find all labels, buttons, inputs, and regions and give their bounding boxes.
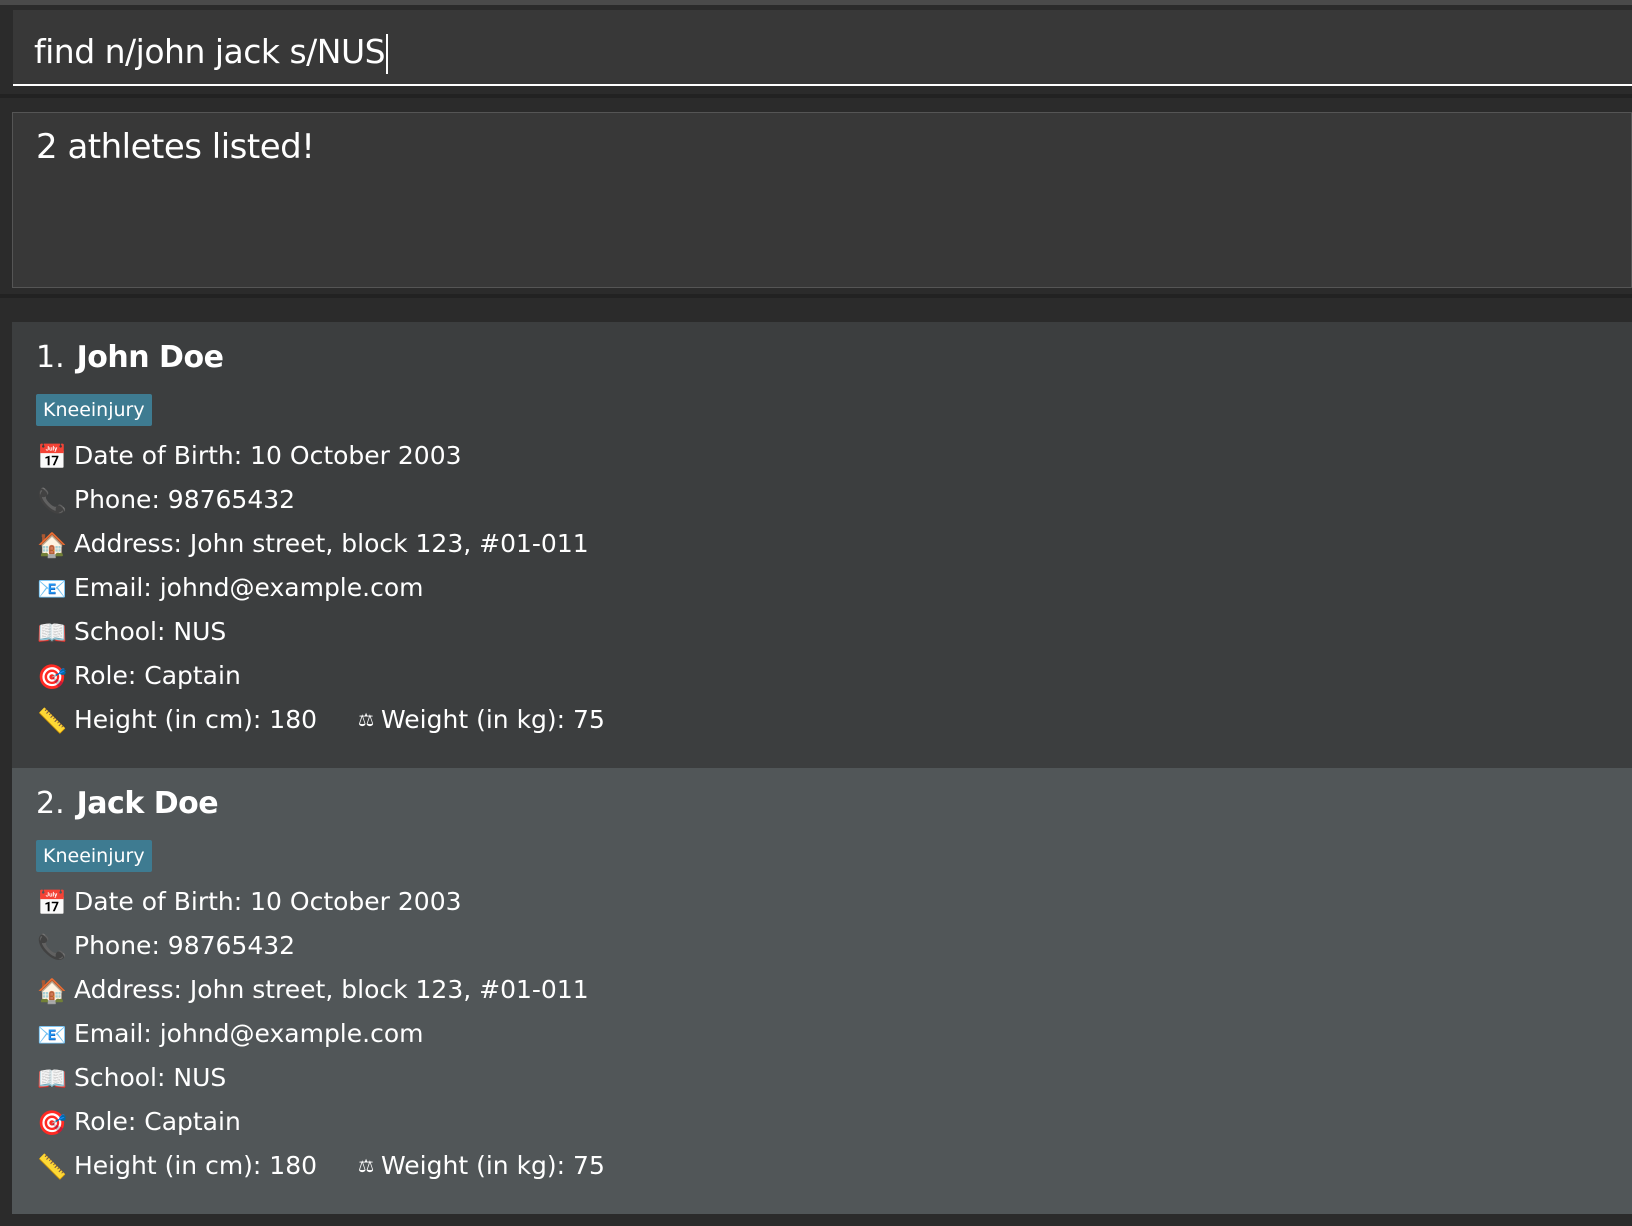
athlete-address: 🏠 Address: John street, block 123, #01-01…	[36, 526, 589, 562]
athlete-height: Height (in cm): 180	[74, 705, 318, 734]
athlete-address: 🏠 Address: John street, block 123, #01-01…	[36, 972, 589, 1008]
athlete-email: 📧 Email: johnd@example.com	[36, 570, 423, 606]
athlete-card-header: 2. Jack Doe	[36, 786, 219, 821]
athlete-role: 🎯 Role: Captain	[36, 1104, 241, 1140]
athlete-card[interactable]: 1. John Doe Kneeinjury 📅 Date of Birth: 10…	[12, 322, 1632, 768]
athlete-dob: 📅 Date of Birth: 10 October 2003	[36, 438, 461, 474]
athlete-card[interactable]: 2. Jack Doe Kneeinjury 📅 Date of Birth: 10…	[12, 768, 1632, 1214]
athlete-measurements: 📏 Height (in cm): 180 ⚖ Weight (in kg): 75	[36, 1148, 605, 1184]
athlete-email: 📧 Email: johnd@example.com	[36, 1016, 423, 1052]
email-icon: 📧	[37, 1021, 67, 1049]
result-display: 2 athletes listed!	[12, 112, 1632, 288]
athlete-phone: 📞 Phone: 98765432	[36, 482, 295, 518]
athlete-phone: 📞 Phone: 98765432	[36, 928, 295, 964]
athlete-dob: 📅 Date of Birth: 10 October 2003	[36, 884, 461, 920]
divider	[0, 94, 1632, 98]
divider	[0, 294, 1632, 298]
athlete-measurements: 📏 Height (in cm): 180 ⚖ Weight (in kg): 75	[36, 702, 605, 738]
athlete-name: John Doe	[76, 340, 224, 375]
ruler-icon: 📏	[37, 707, 67, 735]
athlete-school: 📖 School: NUS	[36, 1060, 226, 1096]
calendar-icon: 📅	[37, 889, 67, 917]
target-icon: 🎯	[37, 663, 67, 691]
book-icon: 📖	[37, 619, 67, 647]
scale-icon: ⚖	[357, 710, 375, 731]
phone-icon: 📞	[37, 933, 67, 961]
athlete-role: 🎯 Role: Captain	[36, 658, 241, 694]
athlete-card-header: 1. John Doe	[36, 340, 224, 375]
athlete-list[interactable]: 1. John Doe Kneeinjury 📅 Date of Birth: 10…	[12, 322, 1632, 1214]
phone-icon: 📞	[37, 487, 67, 515]
athlete-height: Height (in cm): 180	[74, 1151, 318, 1180]
email-icon: 📧	[37, 575, 67, 603]
command-input[interactable]: find n/john jack s/NUS	[34, 32, 389, 74]
athlete-tag: Kneeinjury	[36, 840, 152, 872]
athlete-tag: Kneeinjury	[36, 394, 152, 426]
house-icon: 🏠	[37, 977, 67, 1005]
athlete-weight: Weight (in kg): 75	[381, 705, 605, 734]
ruler-icon: 📏	[37, 1153, 67, 1181]
house-icon: 🏠	[37, 531, 67, 559]
book-icon: 📖	[37, 1065, 67, 1093]
calendar-icon: 📅	[37, 443, 67, 471]
athlete-school: 📖 School: NUS	[36, 614, 226, 650]
athlete-index: 1.	[36, 340, 65, 375]
scale-icon: ⚖	[357, 1156, 375, 1177]
result-message: 2 athletes listed!	[36, 127, 315, 167]
window-top-strip	[0, 0, 1632, 5]
text-caret	[386, 33, 389, 74]
athlete-weight: Weight (in kg): 75	[381, 1151, 605, 1180]
athlete-name: Jack Doe	[76, 786, 219, 821]
target-icon: 🎯	[37, 1109, 67, 1137]
athlete-index: 2.	[36, 786, 65, 821]
command-box[interactable]: find n/john jack s/NUS	[13, 10, 1632, 86]
